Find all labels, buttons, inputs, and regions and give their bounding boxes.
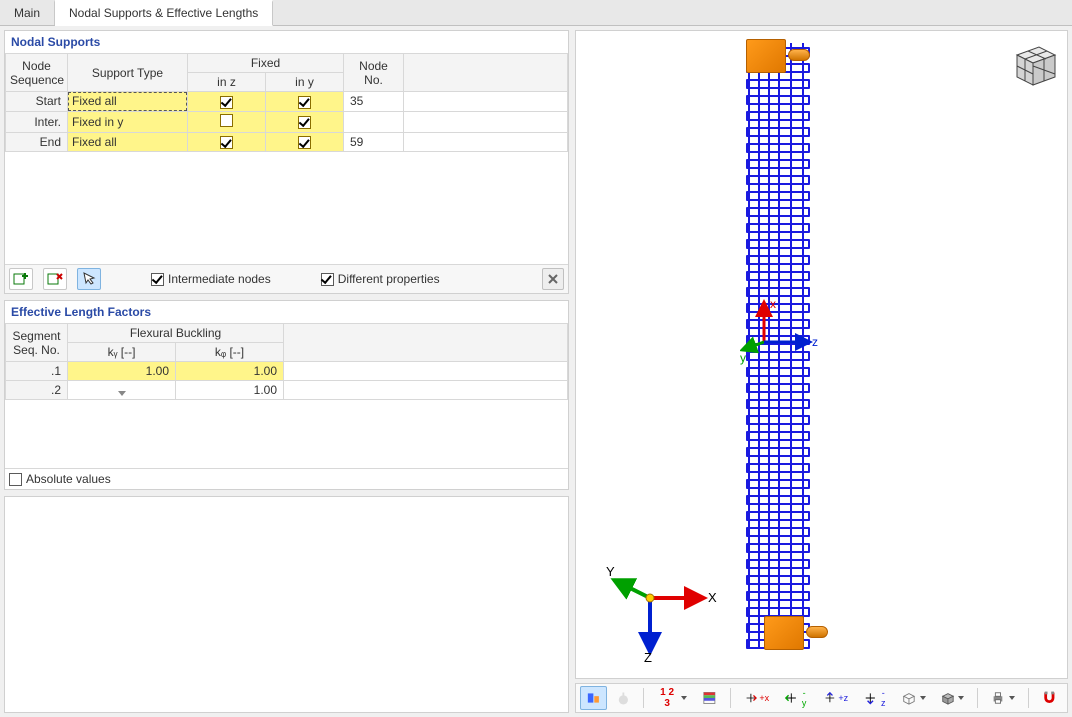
table-row[interactable]: EndFixed all 59	[6, 132, 568, 152]
cell-fixed-z[interactable]	[188, 111, 266, 132]
elf-footbar: Absolute values	[5, 468, 568, 489]
tb-iso-button[interactable]	[896, 686, 932, 710]
cell-ky[interactable]	[68, 381, 176, 400]
close-panel-button[interactable]	[542, 268, 564, 290]
axis-triad-local: x y z	[740, 296, 820, 366]
tb-view-xplus-button[interactable]: +x	[738, 686, 776, 710]
axis-Yg-label: Y	[606, 564, 615, 579]
support-bottom	[756, 612, 834, 654]
tb-view-zplus-button[interactable]: +z	[817, 686, 855, 710]
table-row[interactable]: .2 1.00	[6, 381, 568, 400]
tb-view-yminus-button[interactable]: -y	[778, 686, 813, 710]
elf-title: Effective Length Factors	[5, 301, 568, 323]
panel-empty	[4, 496, 569, 713]
tb-colors-button[interactable]	[696, 686, 723, 710]
cell-blank	[404, 92, 568, 112]
cell-node-no[interactable]: 35	[344, 92, 404, 112]
tb-view-zminus-button[interactable]: -z	[857, 686, 892, 710]
absolute-values-checkbox[interactable]: Absolute values	[9, 472, 111, 486]
col-fixed[interactable]: Fixed	[188, 54, 344, 73]
axis-x-label: x	[770, 297, 776, 311]
col-in-z[interactable]: in z	[188, 73, 266, 92]
col-blank	[404, 54, 568, 92]
table-row[interactable]: StartFixed all 35	[6, 92, 568, 112]
col-ky[interactable]: kᵧ [--]	[68, 343, 176, 362]
panel-nodal-supports: Nodal Supports Node Sequence Support Typ…	[4, 30, 569, 294]
intermediate-nodes-checkbox[interactable]: Intermediate nodes	[151, 272, 271, 286]
col-node-seq[interactable]: Node Sequence	[6, 54, 68, 92]
different-properties-checkbox[interactable]: Different properties	[321, 272, 440, 286]
table-row[interactable]: Inter.Fixed in y	[6, 111, 568, 132]
tab-nodal-label: Nodal Supports & Effective Lengths	[69, 6, 258, 20]
cell-support-type[interactable]: Fixed in y	[68, 111, 188, 132]
cell-blank	[404, 111, 568, 132]
nodal-supports-title: Nodal Supports	[5, 31, 568, 53]
cell-fixed-y[interactable]	[266, 111, 344, 132]
cell-fixed-z[interactable]	[188, 92, 266, 112]
panel-elf: Effective Length Factors Segment Seq. No…	[4, 300, 569, 490]
tab-strip: Main Nodal Supports & Effective Lengths	[0, 0, 1072, 26]
elf-table[interactable]: Segment Seq. No. Flexural Buckling kᵧ [-…	[5, 323, 568, 400]
delete-row-button[interactable]	[43, 268, 67, 290]
cell-blank	[404, 132, 568, 152]
viewport-3d[interactable]: x y z X Y Z	[575, 30, 1068, 679]
cell-blank	[284, 381, 568, 400]
checkbox-icon[interactable]	[220, 96, 233, 109]
checkbox-icon[interactable]	[298, 96, 311, 109]
cell-support-type[interactable]: Fixed all	[68, 132, 188, 152]
cell-seg: .1	[6, 362, 68, 381]
viewport-toolbar: 1 2 3 +x -y +z -z	[575, 683, 1068, 713]
axis-y-label: y	[740, 351, 746, 365]
cell-fixed-z[interactable]	[188, 132, 266, 152]
support-top	[738, 35, 816, 77]
tb-other-button[interactable]	[610, 686, 637, 710]
cell-seq: End	[6, 132, 68, 152]
absolute-values-label: Absolute values	[26, 472, 111, 486]
col-support-type[interactable]: Support Type	[68, 54, 188, 92]
nodal-supports-footbar: Intermediate nodes Different properties	[5, 264, 568, 293]
cell-seg: .2	[6, 381, 68, 400]
tb-numbering-button[interactable]: 1 2 3	[651, 686, 693, 710]
col-seg-no[interactable]: Segment Seq. No.	[6, 324, 68, 362]
cell-node-no[interactable]	[344, 111, 404, 132]
cell-kz[interactable]: 1.00	[176, 381, 284, 400]
checkbox-icon[interactable]	[298, 116, 311, 129]
tb-display-mode-button[interactable]	[935, 686, 971, 710]
cell-fixed-y[interactable]	[266, 132, 344, 152]
tb-print-button[interactable]	[985, 686, 1021, 710]
table-row[interactable]: .11.001.00	[6, 362, 568, 381]
axis-Xg-label: X	[708, 590, 717, 605]
tab-nodal-supports[interactable]: Nodal Supports & Effective Lengths	[55, 0, 273, 26]
col-kz[interactable]: kᵩ [--]	[176, 343, 284, 362]
nodal-supports-table[interactable]: Node Sequence Support Type Fixed Node No…	[5, 53, 568, 152]
checkbox-icon[interactable]	[220, 114, 233, 127]
axis-z-label: z	[812, 335, 818, 349]
col-blank2	[284, 324, 568, 362]
intermediate-nodes-label: Intermediate nodes	[168, 272, 271, 286]
cell-fixed-y[interactable]	[266, 92, 344, 112]
different-properties-label: Different properties	[338, 272, 440, 286]
pick-button[interactable]	[77, 268, 101, 290]
col-flexural[interactable]: Flexural Buckling	[68, 324, 284, 343]
col-node-no[interactable]: Node No.	[344, 54, 404, 92]
checkbox-icon[interactable]	[220, 136, 233, 149]
cell-seq: Start	[6, 92, 68, 112]
axis-Zg-label: Z	[644, 650, 652, 662]
cell-ky[interactable]: 1.00	[68, 362, 176, 381]
cell-support-type[interactable]: Fixed all	[68, 92, 188, 112]
cell-blank	[284, 362, 568, 381]
tb-results-button[interactable]	[580, 686, 607, 710]
checkbox-icon[interactable]	[298, 136, 311, 149]
col-in-y[interactable]: in y	[266, 73, 344, 92]
nav-cube[interactable]	[1007, 37, 1061, 91]
cell-node-no[interactable]: 59	[344, 132, 404, 152]
tab-main-label: Main	[14, 6, 40, 20]
cell-kz[interactable]: 1.00	[176, 362, 284, 381]
tab-main[interactable]: Main	[0, 0, 55, 25]
add-row-button[interactable]	[9, 268, 33, 290]
cell-seq: Inter.	[6, 111, 68, 132]
tb-magnet-button[interactable]	[1036, 686, 1063, 710]
axis-triad-global: X Y Z	[604, 562, 724, 662]
